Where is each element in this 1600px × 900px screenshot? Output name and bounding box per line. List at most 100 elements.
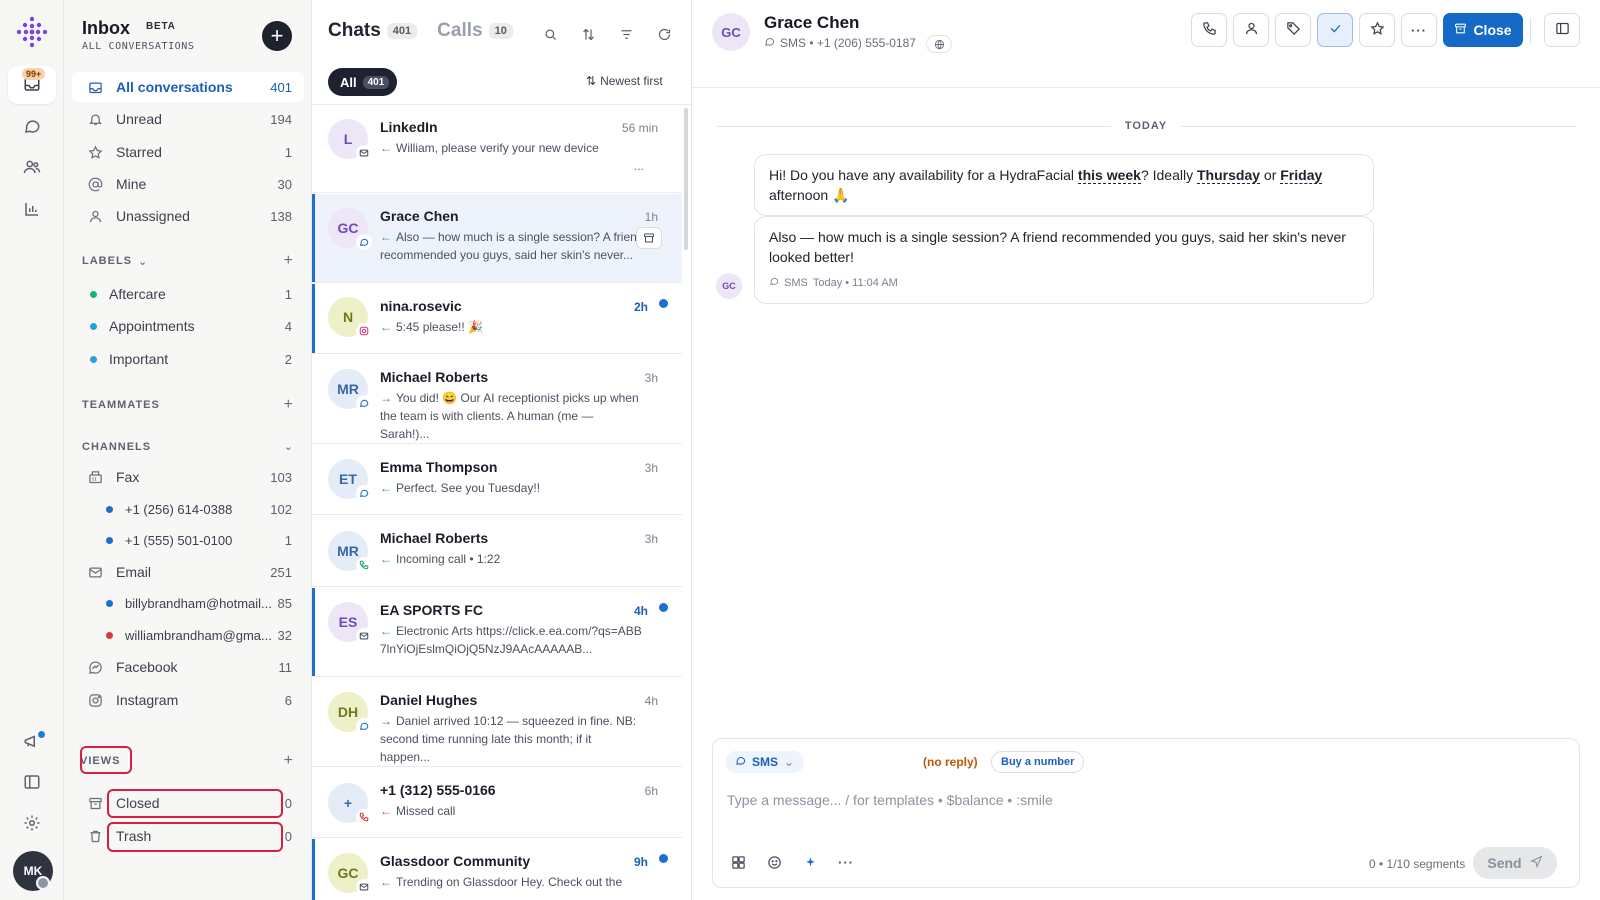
- mark-done-button[interactable]: [1317, 13, 1353, 47]
- message-preview: ← Perfect. See you Tuesday!!: [380, 481, 541, 495]
- label-appointments[interactable]: Appointments 4: [72, 311, 304, 341]
- conversation-item[interactable]: DH Daniel Hughes 4h → Daniel arrived 10:1…: [312, 678, 682, 767]
- channel-email-account[interactable]: billybrandham@hotmail... 85: [72, 588, 304, 618]
- label-important[interactable]: Important 2: [72, 344, 304, 374]
- conversation-item[interactable]: ET Emma Thompson 3h ← Perfect. See you Tu…: [312, 445, 682, 515]
- assign-button[interactable]: [1233, 13, 1269, 47]
- rail-contacts[interactable]: [16, 152, 48, 184]
- list-scrollbar[interactable]: [684, 108, 688, 250]
- channel-instagram[interactable]: Instagram 6: [72, 685, 304, 715]
- contact-avatar: ET: [328, 459, 372, 501]
- channel-facebook[interactable]: Facebook 11: [72, 652, 304, 682]
- archive-icon[interactable]: [636, 227, 662, 249]
- channel-fax-number[interactable]: +1 (555) 501-0100 1: [72, 525, 304, 555]
- rail-chats[interactable]: [16, 111, 48, 143]
- conversation-item-selected[interactable]: GC Grace Chen 1h ← Also — how much is a s…: [312, 194, 682, 283]
- new-conversation-button[interactable]: +: [262, 21, 292, 51]
- page-title: Inbox: [82, 18, 130, 38]
- nav-label: Important: [109, 351, 169, 367]
- conversation-header: GC Grace Chen SMS • +1 (206) 555-0187 ··…: [692, 0, 1600, 88]
- message-preview: → Daniel arrived 10:12 — squeezed in fine…: [380, 714, 637, 764]
- contact-name: EA SPORTS FC: [380, 602, 483, 618]
- rail-toggle-panel[interactable]: [16, 767, 48, 799]
- channel-fax[interactable]: Fax 103: [72, 462, 304, 492]
- filter-icon[interactable]: [616, 24, 636, 44]
- check-icon: [1328, 21, 1343, 39]
- label-aftercare[interactable]: Aftercare 1: [72, 279, 304, 309]
- channels-section-header[interactable]: CHANNELS ⌄: [82, 440, 294, 454]
- nav-mine[interactable]: Mine 30: [72, 169, 304, 199]
- filter-all-pill[interactable]: All 401: [328, 68, 398, 96]
- rail-settings[interactable]: [16, 808, 48, 840]
- nav-starred[interactable]: Starred 1: [72, 137, 304, 167]
- status-indicator: [36, 876, 50, 890]
- labels-section-header[interactable]: LABELS ⌄ +: [82, 252, 294, 270]
- conversation-item[interactable]: + +1 (312) 555-0166 6h ← Missed call: [312, 768, 682, 838]
- call-button[interactable]: [1191, 13, 1227, 47]
- refresh-icon[interactable]: [654, 24, 674, 44]
- message-bubble: Also — how much is a single session? A f…: [754, 216, 1374, 304]
- app-logo[interactable]: [14, 14, 50, 50]
- rail-reports[interactable]: [16, 194, 48, 226]
- contact-name[interactable]: Grace Chen: [764, 13, 859, 33]
- message-input[interactable]: Type a message... / for templates • $bal…: [727, 792, 1053, 808]
- more-options-button[interactable]: ···: [1401, 13, 1437, 47]
- conversation-item[interactable]: MR Michael Roberts 3h → You did! 😄 Our AI…: [312, 355, 682, 444]
- ai-sparkle-icon[interactable]: [799, 851, 821, 873]
- send-button[interactable]: Send: [1473, 847, 1557, 879]
- conversation-time: 3h: [644, 371, 658, 385]
- conversation-item[interactable]: GC Glassdoor Community 9h ← Trending on G…: [312, 839, 682, 900]
- section-title: TEAMMATES: [82, 399, 160, 411]
- add-teammate-button[interactable]: +: [284, 396, 294, 414]
- nav-unassigned[interactable]: Unassigned 138: [72, 201, 304, 231]
- avatar-initials: L: [343, 131, 353, 147]
- sort-icon[interactable]: [578, 24, 598, 44]
- templates-icon[interactable]: [727, 851, 749, 873]
- conversation-item[interactable]: ES EA SPORTS FC 4h ← Electronic Arts http…: [312, 588, 682, 677]
- toggle-details-button[interactable]: [1544, 13, 1580, 47]
- tab-calls[interactable]: Calls: [437, 20, 482, 42]
- add-label-button[interactable]: +: [284, 252, 294, 270]
- contact-avatar[interactable]: GC: [712, 13, 750, 51]
- nav-label: Mine: [116, 176, 147, 192]
- tab-chats[interactable]: Chats: [328, 20, 381, 42]
- date-highlight[interactable]: Friday: [1280, 167, 1323, 184]
- teammates-section-header[interactable]: TEAMMATES +: [82, 396, 294, 414]
- sort-dropdown[interactable]: ⇅ Newest first: [586, 74, 663, 88]
- message-preview: ← Trending on Glassdoor Hey. Check out th…: [380, 875, 623, 889]
- date-highlight[interactable]: this week: [1077, 167, 1141, 184]
- label-button[interactable]: [1275, 13, 1311, 47]
- nav-all-conversations[interactable]: All conversations 401: [72, 72, 304, 102]
- avatar-initials: N: [342, 309, 354, 325]
- emoji-icon[interactable]: [763, 851, 785, 873]
- channel-selector[interactable]: SMS ⌄: [725, 751, 805, 773]
- contact-phone: SMS • +1 (206) 555-0187: [780, 36, 916, 50]
- unread-indicator: [312, 588, 315, 676]
- conversation-item[interactable]: N nina.rosevic 2h ← 5:45 please!! 🎉: [312, 284, 682, 354]
- unread-dot: [659, 299, 668, 308]
- archive-icon: [1454, 22, 1467, 38]
- channel-email[interactable]: Email 251: [72, 557, 304, 587]
- nav-count: 32: [277, 627, 292, 643]
- star-icon: [86, 143, 104, 161]
- contact-avatar: MR: [328, 369, 372, 411]
- mail-icon: [356, 145, 372, 161]
- contact-avatar: L: [328, 119, 372, 161]
- conversation-item[interactable]: L LinkedIn 56 min ← William, please verif…: [312, 105, 682, 193]
- filter-count: 401: [362, 75, 390, 89]
- trash-icon: [86, 827, 104, 845]
- buy-number-button[interactable]: Buy a number: [991, 751, 1085, 773]
- more-horizontal-icon[interactable]: ···: [835, 851, 857, 873]
- channel-fax-number[interactable]: +1 (256) 614-0388 102: [72, 494, 304, 524]
- channel-email-account[interactable]: williambrandham@gma... 32: [72, 620, 304, 650]
- globe-icon[interactable]: [926, 35, 952, 53]
- date-highlight[interactable]: Thursday: [1197, 167, 1261, 184]
- nav-unread[interactable]: Unread 194: [72, 104, 304, 134]
- send-label: Send: [1487, 855, 1522, 871]
- conversation-item[interactable]: MR Michael Roberts 3h ← Incoming call • 1…: [312, 516, 682, 587]
- add-view-button[interactable]: +: [284, 752, 294, 770]
- nav-count: 1: [284, 144, 292, 160]
- close-conversation-button[interactable]: Close: [1443, 13, 1523, 47]
- star-button[interactable]: [1359, 13, 1395, 47]
- search-icon[interactable]: [540, 24, 560, 44]
